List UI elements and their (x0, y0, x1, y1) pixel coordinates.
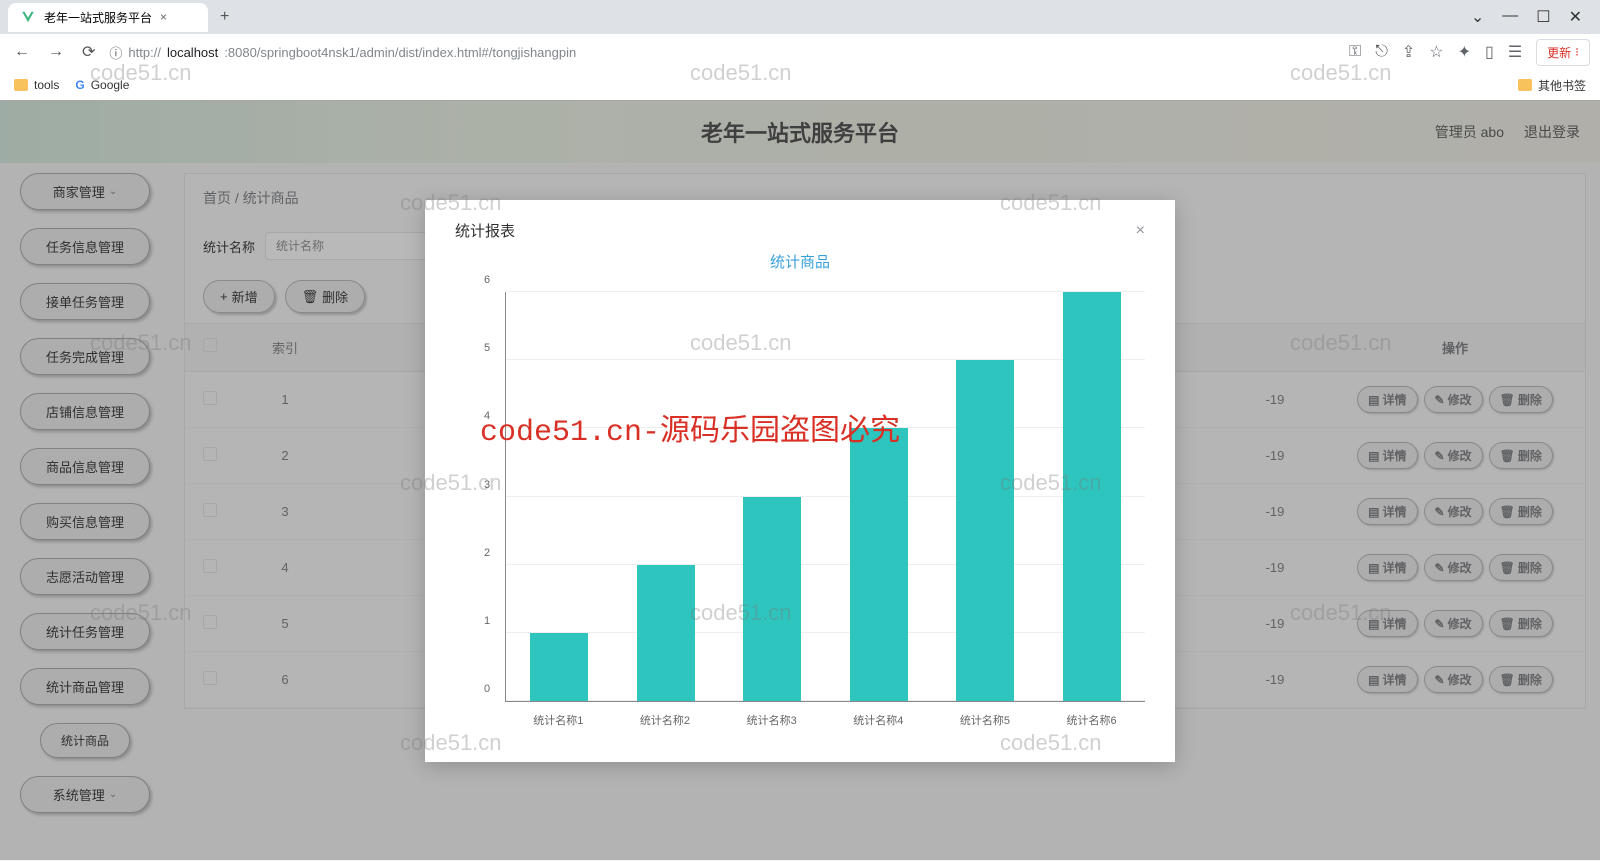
bookmark-tools[interactable]: tools (14, 78, 59, 92)
vue-icon (20, 9, 36, 25)
update-button[interactable]: 更新⁝ (1536, 39, 1590, 66)
minimize-icon[interactable]: — (1502, 7, 1518, 27)
chart-bar (743, 497, 801, 702)
chart-bar (850, 428, 908, 701)
bookmark-other[interactable]: 其他书签 (1518, 77, 1586, 94)
share-icon[interactable]: ⇪ (1402, 42, 1415, 62)
close-icon[interactable]: × (160, 10, 167, 24)
panel-icon[interactable]: ▯ (1485, 42, 1494, 62)
tab-title: 老年一站式服务平台 (44, 9, 152, 26)
new-tab-button[interactable]: + (216, 4, 233, 30)
reload-button[interactable]: ⟳ (78, 38, 99, 66)
close-icon[interactable]: × (1136, 222, 1145, 240)
key-icon[interactable]: ⚿ (1349, 43, 1361, 61)
browser-tab[interactable]: 老年一站式服务平台 × (8, 3, 208, 32)
translate-icon[interactable]: ⎋ (1375, 43, 1388, 61)
bookmark-bar: tools GGoogle 其他书签 (0, 70, 1600, 100)
info-icon: ⓘ (109, 43, 122, 62)
x-tick-label: 统计名称5 (960, 712, 1010, 728)
browser-chrome: 老年一站式服务平台 × + ⌄ — ☐ ✕ ← → ⟳ ⓘ http://loc… (0, 0, 1600, 101)
x-tick-label: 统计名称3 (747, 712, 797, 728)
bar-chart: 0123456 统计名称1统计名称2统计名称3统计名称4统计名称5统计名称6 (455, 292, 1145, 732)
bookmark-google[interactable]: GGoogle (75, 78, 129, 92)
close-window-icon[interactable]: ✕ (1569, 7, 1582, 27)
x-tick-label: 统计名称6 (1067, 712, 1117, 728)
forward-button[interactable]: → (44, 39, 68, 65)
tab-bar: 老年一站式服务平台 × + ⌄ — ☐ ✕ (0, 0, 1600, 34)
chart-bar (1063, 292, 1121, 701)
back-button[interactable]: ← (10, 39, 34, 65)
url-box[interactable]: ⓘ http://localhost:8080/springboot4nsk1/… (109, 43, 1339, 62)
x-tick-label: 统计名称1 (533, 712, 583, 728)
address-bar: ← → ⟳ ⓘ http://localhost:8080/springboot… (0, 34, 1600, 70)
folder-icon (1518, 79, 1532, 91)
star-icon[interactable]: ☆ (1429, 42, 1443, 62)
chart-bar (637, 565, 695, 701)
google-icon: G (75, 78, 84, 92)
window-controls: ⌄ — ☐ ✕ (1471, 7, 1592, 27)
avatar-icon[interactable]: ☰ (1508, 42, 1522, 62)
x-tick-label: 统计名称2 (640, 712, 690, 728)
modal-title: 统计报表 (455, 220, 515, 241)
stat-modal: 统计报表 × 统计商品 0123456 统计名称1统计名称2统计名称3统计名称4… (425, 200, 1175, 762)
puzzle-icon[interactable]: ✦ (1458, 42, 1471, 62)
chart-title: 统计商品 (455, 251, 1145, 272)
chart-bar (956, 360, 1014, 701)
chart-bar (530, 633, 588, 701)
folder-icon (14, 79, 28, 91)
maximize-icon[interactable]: ☐ (1536, 7, 1550, 27)
chevron-down-icon[interactable]: ⌄ (1471, 7, 1484, 27)
x-tick-label: 统计名称4 (853, 712, 903, 728)
